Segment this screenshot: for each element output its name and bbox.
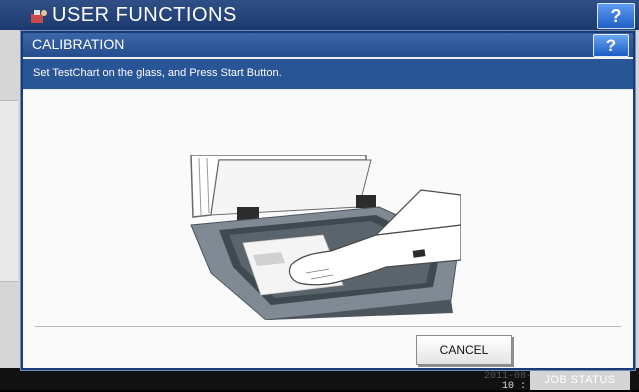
job-status-button[interactable]: JOB STATUS (530, 370, 630, 390)
calibration-dialog: CALIBRATION ? Set TestChart on the glass… (21, 31, 635, 370)
user-functions-icon (31, 10, 47, 23)
background-left-panel (0, 100, 18, 282)
background-title-bar: USER FUNCTIONS ? (0, 0, 639, 30)
scanner-illustration (190, 155, 461, 320)
dialog-separator (35, 326, 621, 327)
dialog-header: CALIBRATION ? (23, 33, 633, 57)
dialog-message-bar: Set TestChart on the glass, and Press St… (23, 59, 633, 89)
background-title: USER FUNCTIONS (52, 4, 237, 26)
dialog-title: CALIBRATION (32, 36, 125, 52)
dialog-content: CANCEL (23, 90, 633, 368)
dialog-help-button[interactable]: ? (593, 34, 629, 57)
background-help-button[interactable]: ? (597, 3, 635, 29)
dialog-message: Set TestChart on the glass, and Press St… (33, 67, 282, 79)
cancel-button[interactable]: CANCEL (416, 335, 512, 365)
